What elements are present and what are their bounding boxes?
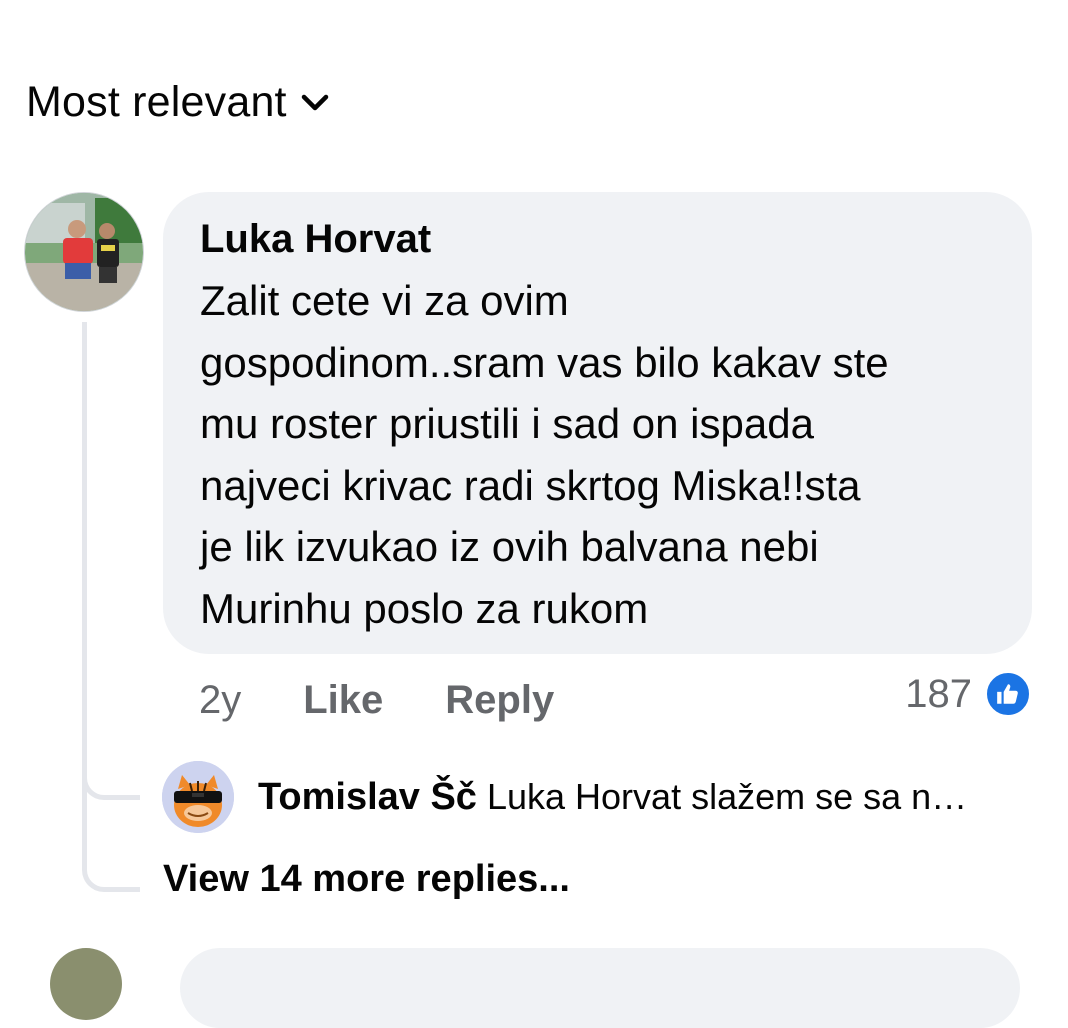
comment-line: mu roster priustili i sad on ispada (200, 400, 814, 447)
sort-dropdown[interactable]: Most relevant (26, 78, 329, 127)
comment-line: najveci krivac radi skrtog Miska!!sta (200, 461, 861, 509)
next-commenter-avatar[interactable] (50, 948, 122, 1020)
reaction-count: 187 (905, 671, 972, 716)
reply-avatar[interactable] (162, 761, 234, 833)
reply-snippet: Luka Horvat slažem se sa n… (486, 775, 968, 817)
like-reaction-icon (984, 670, 1032, 718)
thread-connector-line-more (82, 700, 140, 892)
like-button[interactable]: Like (303, 678, 383, 723)
next-comment-bubble (180, 948, 1020, 1028)
comment-timestamp[interactable]: 2y (199, 678, 241, 723)
commenter-avatar[interactable] (24, 192, 144, 312)
sort-label: Most relevant (26, 78, 287, 126)
chevron-down-icon (301, 94, 328, 110)
comment-actions: 2y Like Reply (199, 672, 616, 728)
comment-line: gospodinom..sram vas bilo kakav ste (200, 338, 889, 386)
comment-author[interactable]: Luka Horvat (200, 214, 996, 264)
avatar-photo-icon (25, 193, 143, 311)
comment-line: Murinhu poslo za rukom (200, 584, 649, 632)
reply-author[interactable]: Tomislav Šč (258, 776, 477, 818)
reply-button[interactable]: Reply (445, 678, 554, 723)
reply-preview[interactable]: Tomislav Šč Luka Horvat slažem se sa n… (162, 760, 1042, 834)
comment-bubble: Luka Horvat Zalit cete vi za ovim gospod… (163, 192, 1032, 654)
comment-line: Zalit cete vi za ovim (200, 277, 569, 324)
reply-preview-text: Tomislav Šč Luka Horvat slažem se sa n… (258, 776, 967, 819)
garfield-avatar-icon (162, 761, 234, 833)
comment-text: Zalit cete vi za ovim gospodinom..sram v… (200, 270, 996, 639)
reaction-summary[interactable]: 187 (905, 670, 1032, 718)
comment-line: je lik izvukao iz ovih balvana nebi (200, 523, 819, 570)
view-more-replies-link[interactable]: View 14 more replies... (163, 858, 570, 901)
